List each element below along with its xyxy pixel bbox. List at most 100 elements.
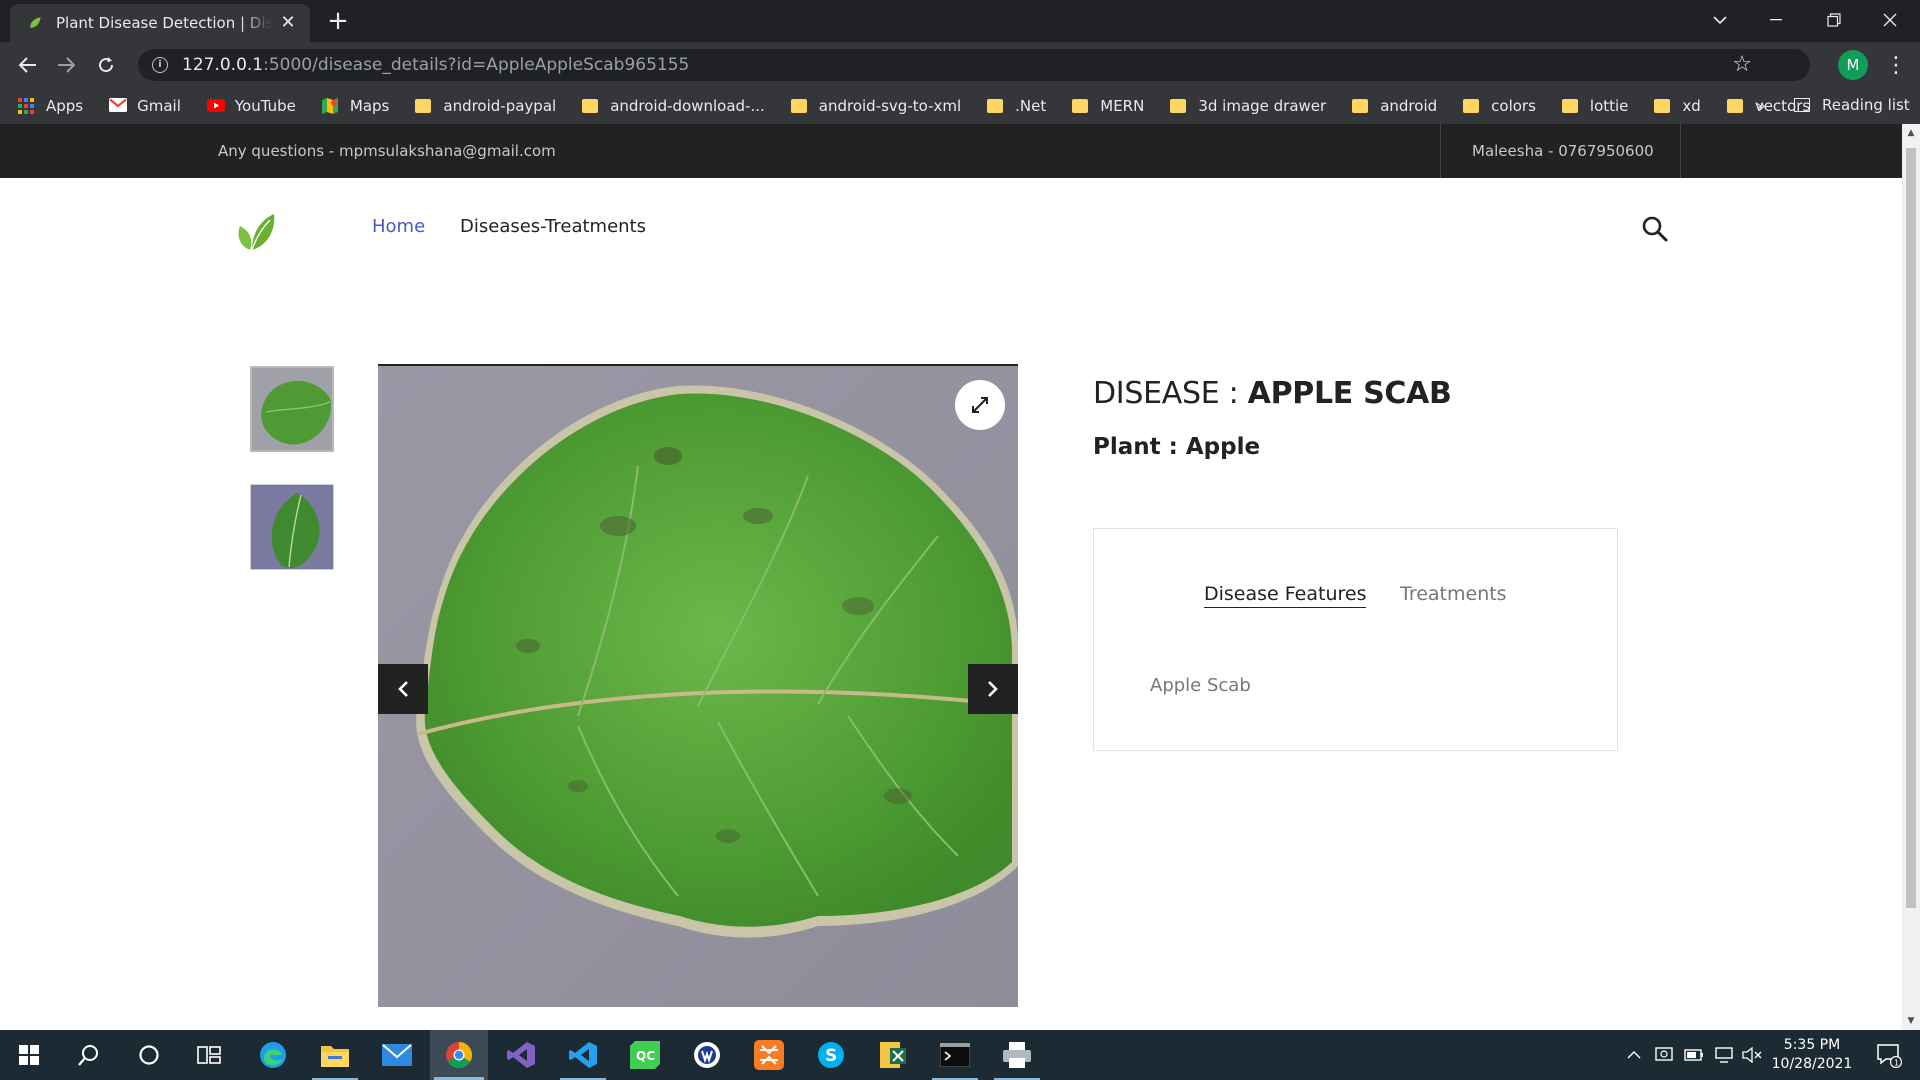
taskbar-search-icon[interactable]	[60, 1030, 118, 1080]
bookmark-folder[interactable]: xd	[1654, 97, 1701, 115]
carousel-prev-button[interactable]	[378, 664, 428, 714]
disease-prefix: DISEASE :	[1093, 376, 1248, 411]
chrome-icon[interactable]	[430, 1030, 488, 1080]
carousel-next-button[interactable]	[968, 664, 1018, 714]
close-window-icon[interactable]	[1862, 0, 1918, 40]
mail-icon[interactable]	[368, 1030, 426, 1080]
site-info-icon[interactable]: i	[152, 57, 168, 73]
address-bar[interactable]: i 127.0.0.1:5000/disease_details?id=Appl…	[138, 49, 1810, 81]
bookmark-folder[interactable]: 3d image drawer	[1170, 97, 1326, 115]
scroll-down-icon[interactable]: ▼	[1906, 1016, 1916, 1026]
chevron-right-icon	[988, 681, 998, 697]
svg-text:QC: QC	[636, 1049, 655, 1063]
new-tab-button[interactable]: +	[324, 8, 352, 36]
site-header: Home Diseases-Treatments	[0, 178, 1902, 282]
reading-list-icon	[1794, 98, 1810, 112]
url-path: :5000/disease_details?id=AppleAppleScab9…	[263, 55, 690, 75]
bookmark-label: Maps	[349, 97, 390, 115]
reading-list-button[interactable]: Reading list	[1794, 96, 1910, 114]
bookmark-folder[interactable]: android	[1352, 97, 1437, 115]
bookmark-label: colors	[1491, 97, 1536, 115]
windows-taskbar: QC S 5:35 PM 10/28/2021 1	[0, 1030, 1920, 1080]
bookmark-folder[interactable]: android-paypal	[415, 97, 556, 115]
bookmark-label: .Net	[1015, 97, 1047, 115]
bookmark-folder[interactable]: .Net	[987, 97, 1046, 115]
network-settings-icon[interactable]	[1650, 1030, 1678, 1080]
apps-grid-icon	[18, 98, 34, 114]
bookmark-folder[interactable]: android-svg-to-xml	[790, 97, 961, 115]
task-view-icon[interactable]	[180, 1030, 238, 1080]
folder-icon	[415, 99, 432, 113]
vpn-icon[interactable]	[678, 1030, 736, 1080]
back-arrow-icon[interactable]	[12, 49, 44, 81]
browser-menu-icon[interactable]: ⋮	[1882, 50, 1910, 80]
contact-phone: Maleesha - 0767950600	[1472, 142, 1654, 160]
windows-start-icon[interactable]	[0, 1030, 58, 1080]
tab-close-icon[interactable]: ✕	[278, 13, 298, 33]
skype-icon[interactable]: S	[802, 1030, 860, 1080]
scroll-up-icon[interactable]: ▲	[1906, 128, 1916, 138]
folder-icon	[1463, 99, 1480, 113]
xampp-icon[interactable]	[740, 1030, 798, 1080]
bookmark-youtube[interactable]: YouTube	[206, 97, 296, 115]
chevron-left-icon	[398, 681, 408, 697]
expand-icon[interactable]	[955, 380, 1005, 430]
browser-tab-strip: Plant Disease Detection | Disease Detail…	[0, 0, 1920, 42]
bookmark-maps[interactable]: Maps	[321, 97, 390, 115]
tray-chevron-up-icon[interactable]	[1620, 1030, 1648, 1080]
reading-list-label: Reading list	[1822, 96, 1910, 114]
nav-diseases-treatments-link[interactable]: Diseases-Treatments	[460, 216, 646, 237]
qt-creator-icon[interactable]: QC	[616, 1030, 674, 1080]
profile-avatar[interactable]: M	[1838, 50, 1868, 80]
clock-time: 5:35 PM	[1783, 1037, 1841, 1053]
svg-text:S: S	[825, 1046, 837, 1066]
page-scrollbar[interactable]: ▲ ▼	[1902, 124, 1920, 1030]
bookmark-star-icon[interactable]: ☆	[1732, 54, 1752, 76]
excel-icon[interactable]	[864, 1030, 922, 1080]
site-topbar: Any questions - mpmsulakshana@gmail.com …	[0, 124, 1902, 178]
contact-email: Any questions - mpmsulakshana@gmail.com	[218, 142, 556, 160]
vscode-icon[interactable]	[554, 1030, 612, 1080]
leaf-photo	[378, 366, 1018, 1007]
browser-toolbar: i 127.0.0.1:5000/disease_details?id=Appl…	[0, 42, 1920, 88]
restore-icon[interactable]	[1806, 0, 1862, 40]
reload-icon[interactable]	[90, 49, 122, 81]
folder-icon	[1654, 99, 1671, 113]
tab-disease-features[interactable]: Disease Features	[1204, 583, 1367, 608]
thumbnail-image[interactable]	[250, 366, 334, 452]
browser-tab[interactable]: Plant Disease Detection | Disease Detail…	[10, 4, 310, 42]
tab-search-icon[interactable]	[1692, 0, 1748, 40]
forward-arrow-icon[interactable]	[50, 49, 82, 81]
bookmark-folder[interactable]: android-download-...	[582, 97, 765, 115]
disease-main-image[interactable]	[378, 364, 1018, 1007]
disease-title: DISEASE : APPLE SCAB	[1093, 376, 1452, 411]
disease-features-text: Apple Scab	[1150, 675, 1251, 696]
scrollbar-thumb[interactable]	[1906, 148, 1916, 908]
tab-treatments[interactable]: Treatments	[1400, 583, 1507, 605]
bookmark-apps[interactable]: Apps	[18, 97, 83, 115]
leaf-logo-icon[interactable]	[230, 210, 276, 254]
tab-title: Plant Disease Detection | Disease Detail…	[56, 14, 272, 32]
taskbar-clock[interactable]: 5:35 PM 10/28/2021	[1762, 1036, 1862, 1074]
bookmark-folder[interactable]: colors	[1463, 97, 1536, 115]
bookmarks-overflow-icon[interactable]: »	[1756, 96, 1766, 115]
visual-studio-icon[interactable]	[492, 1030, 550, 1080]
bookmark-folder[interactable]: MERN	[1072, 97, 1144, 115]
search-icon[interactable]	[1640, 214, 1670, 244]
wifi-network-icon[interactable]	[1710, 1030, 1738, 1080]
edge-icon[interactable]	[244, 1030, 302, 1080]
bookmark-label: Apps	[46, 97, 84, 115]
terminal-icon[interactable]	[926, 1030, 984, 1080]
bookmark-folder[interactable]: lottie	[1561, 97, 1628, 115]
nav-home-link[interactable]: Home	[372, 216, 425, 237]
bookmark-gmail[interactable]: Gmail	[109, 97, 181, 115]
battery-icon[interactable]	[1680, 1030, 1708, 1080]
webpage: Any questions - mpmsulakshana@gmail.com …	[0, 124, 1902, 1030]
notifications-icon[interactable]: 1	[1866, 1030, 1912, 1080]
minimize-icon[interactable]	[1748, 0, 1804, 40]
bookmarks-bar: Apps Gmail YouTube Maps android-paypal a…	[0, 88, 1920, 124]
cortana-icon[interactable]	[120, 1030, 178, 1080]
thumbnail-image[interactable]	[250, 484, 334, 570]
printer-icon[interactable]	[988, 1030, 1046, 1080]
file-explorer-icon[interactable]	[306, 1030, 364, 1080]
